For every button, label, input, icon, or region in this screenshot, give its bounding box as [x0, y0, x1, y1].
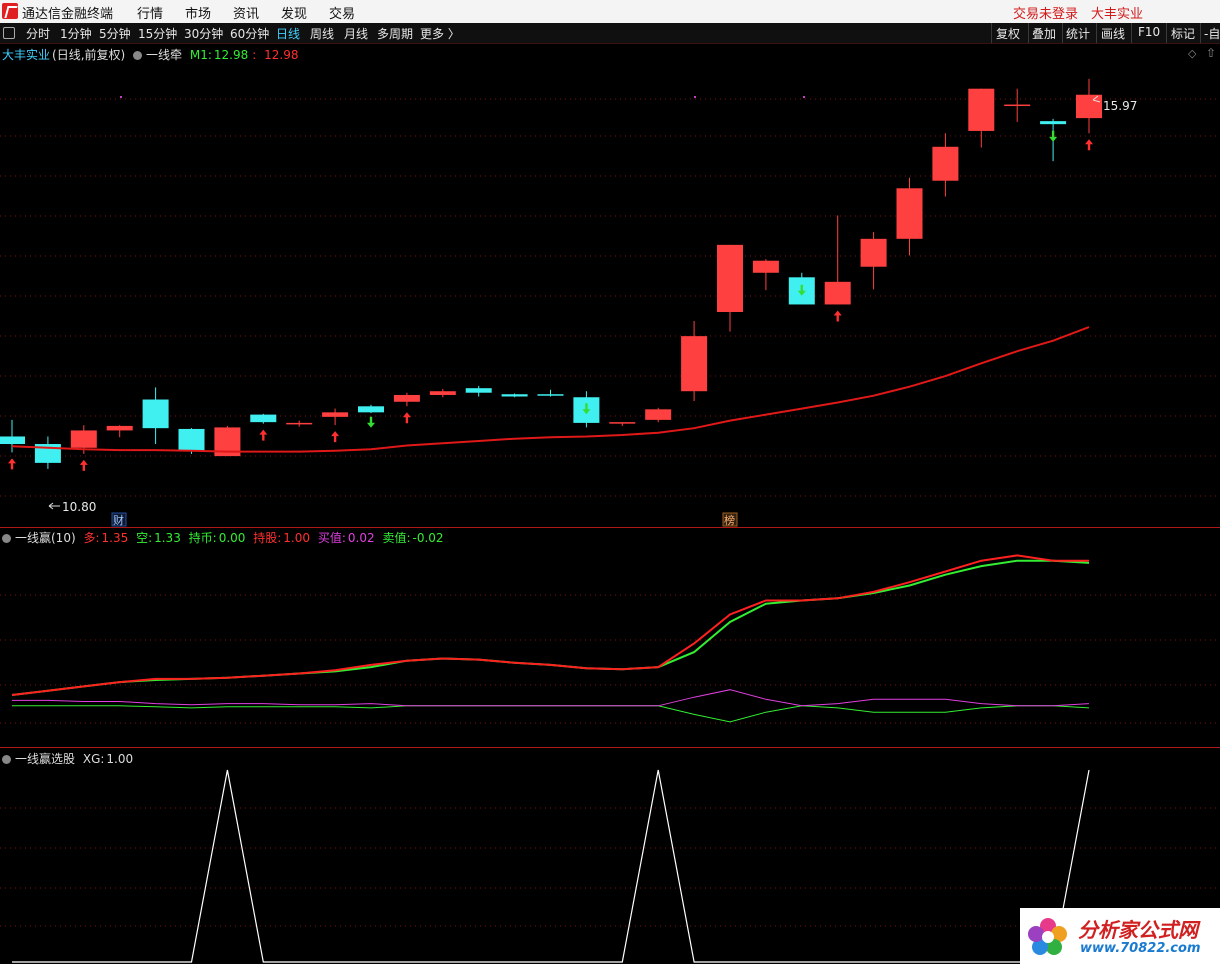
candle	[322, 408, 349, 426]
candle	[429, 388, 456, 398]
candle	[501, 393, 528, 398]
candle	[896, 177, 923, 256]
down-arrow-icon	[367, 416, 375, 428]
tab-daily[interactable]: 日线	[276, 25, 300, 42]
indicator-line	[12, 705, 1090, 723]
candle	[1076, 78, 1102, 134]
tab-weekly[interactable]: 周线	[310, 25, 334, 42]
menu-market[interactable]: 市场	[185, 3, 211, 22]
candle	[34, 436, 61, 469]
ma-line	[11, 326, 1090, 453]
stock-name-header: 大丰实业	[1091, 7, 1144, 22]
title-bar: 通达信金融终端 行情 市场 资讯 发现 交易 交易未登录 大丰实业	[0, 0, 1220, 24]
auto-button[interactable]: -自	[1204, 25, 1220, 42]
watermark-logo: 分析家公式网 www.70822.com	[1020, 908, 1220, 964]
tab-1min[interactable]: 1分钟	[60, 25, 92, 42]
candle	[645, 407, 672, 423]
candle	[250, 413, 277, 424]
candlestick-chart[interactable]: 15.97 10.80 财 榜	[0, 44, 1220, 527]
up-arrow-icon	[833, 310, 842, 322]
low-annotation: 10.80	[48, 500, 96, 514]
high-price-label: 15.97	[1103, 99, 1137, 113]
app-title: 通达信金融终端	[22, 7, 114, 22]
watermark-site-name: 分析家公式网	[1078, 918, 1198, 942]
mark-button[interactable]: 标记	[1171, 25, 1195, 42]
tab-multi-period[interactable]: 多周期	[377, 25, 413, 42]
yixianying-chart[interactable]	[0, 528, 1220, 747]
marker-dot	[120, 96, 122, 98]
candle	[609, 422, 636, 426]
period-toolbar: 分时 1分钟 5分钟 15分钟 30分钟 60分钟 日线 周线 月线 多周期 更…	[0, 23, 1220, 44]
candle	[286, 420, 313, 427]
up-arrow-icon	[1085, 139, 1093, 151]
menu-discover[interactable]: 发现	[281, 3, 307, 22]
candle	[860, 232, 887, 290]
app-logo-icon	[2, 3, 18, 19]
indicator-line	[11, 554, 1089, 696]
panel-toggle-icon[interactable]	[3, 27, 15, 39]
candle	[717, 244, 743, 332]
up-arrow-icon	[79, 459, 88, 471]
tab-60min[interactable]: 60分钟	[230, 25, 269, 42]
candle	[106, 425, 133, 438]
finance-marker-label: 财	[113, 513, 124, 527]
tab-monthly[interactable]: 月线	[344, 25, 368, 42]
candle	[681, 321, 708, 402]
candle	[358, 404, 384, 414]
marker-dot	[694, 96, 696, 98]
marker-dot	[803, 96, 805, 98]
up-arrow-icon	[402, 412, 411, 424]
up-arrow-icon	[331, 431, 340, 443]
candle	[393, 392, 420, 407]
watermark-url: www.70822.com	[1080, 941, 1201, 956]
tab-30min[interactable]: 30分钟	[184, 25, 223, 42]
menu-news[interactable]: 资讯	[233, 3, 259, 22]
ranking-marker-label: 榜	[724, 513, 735, 527]
candle	[1004, 88, 1031, 122]
xg-line	[12, 769, 1090, 963]
candle	[968, 88, 995, 148]
menu-trade[interactable]: 交易	[329, 3, 355, 22]
draw-button[interactable]: 画线	[1101, 25, 1125, 42]
login-status-link[interactable]: 交易未登录	[1013, 3, 1078, 22]
candle	[537, 389, 564, 397]
candle	[932, 133, 959, 197]
candle	[824, 215, 851, 305]
tab-15min[interactable]: 15分钟	[138, 25, 177, 42]
finance-marker[interactable]: 财	[111, 512, 127, 527]
candle	[142, 387, 169, 445]
f10-button[interactable]: F10	[1138, 25, 1160, 39]
candle	[465, 385, 492, 397]
up-arrow-icon	[259, 429, 268, 441]
menu-quotes[interactable]: 行情	[137, 3, 163, 22]
low-price-label: 10.80	[62, 500, 96, 514]
adjust-button[interactable]: 复权	[996, 25, 1020, 42]
ranking-marker[interactable]: 榜	[722, 512, 738, 527]
tab-5min[interactable]: 5分钟	[99, 25, 131, 42]
tab-more[interactable]: 更多 〉	[420, 25, 460, 42]
tab-fenshi[interactable]: 分时	[26, 25, 50, 42]
indicator-line	[11, 559, 1090, 696]
up-arrow-icon	[8, 458, 16, 470]
overlay-button[interactable]: 叠加	[1032, 25, 1056, 42]
flower-logo-icon	[1028, 918, 1067, 955]
indicator-line	[12, 689, 1090, 707]
stats-button[interactable]: 统计	[1066, 25, 1090, 42]
candle	[752, 259, 779, 291]
